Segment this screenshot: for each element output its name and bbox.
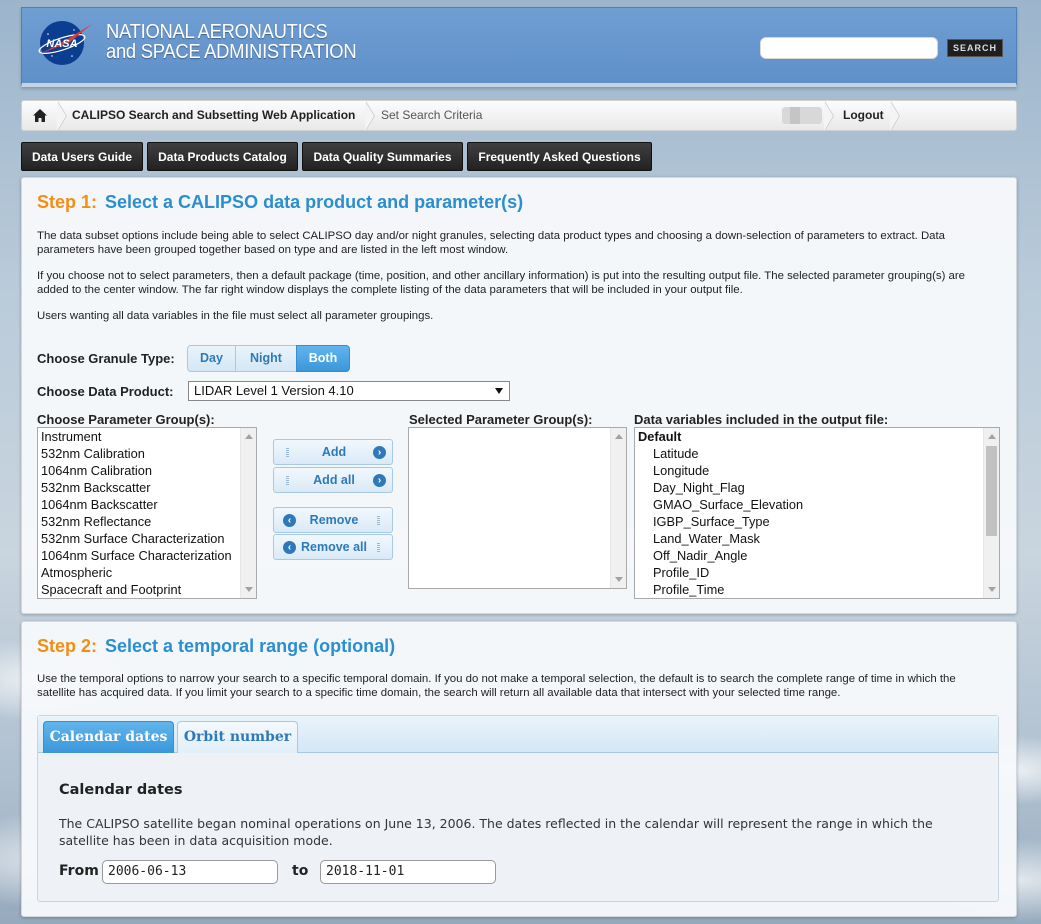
site-search-input[interactable] <box>760 37 938 59</box>
svg-text:NASA: NASA <box>46 38 77 50</box>
scroll-up-icon[interactable] <box>988 434 996 439</box>
granule-type-label: Choose Granule Type: <box>37 351 175 366</box>
nasa-logo[interactable]: NASA <box>36 20 94 66</box>
from-label: From <box>59 863 99 879</box>
scroll-up-icon[interactable] <box>245 434 253 439</box>
output-scrollbar[interactable] <box>983 428 999 598</box>
from-date-input[interactable]: 2006-06-13 <box>102 860 278 884</box>
parameter-groups-list[interactable]: Instrument 532nm Calibration 1064nm Cali… <box>37 427 257 599</box>
list-item: Longitude <box>653 463 710 478</box>
scroll-up-icon[interactable] <box>615 434 623 439</box>
selected-groups-label: Selected Parameter Group(s): <box>409 412 593 427</box>
calendar-section-title: Calendar dates <box>59 782 183 798</box>
nav-faq[interactable]: Frequently Asked Questions <box>467 142 652 171</box>
nav-data-quality-summaries[interactable]: Data Quality Summaries <box>302 142 463 171</box>
calendar-section-text: The CALIPSO satellite began nominal oper… <box>59 816 933 848</box>
list-item[interactable]: 532nm Backscatter <box>38 479 256 496</box>
scrollbar-thumb[interactable] <box>986 446 997 536</box>
list-item[interactable]: Instrument <box>38 428 256 445</box>
breadcrumb-separator <box>365 101 376 131</box>
step1-title: Select a CALIPSO data product and parame… <box>105 192 524 212</box>
list-item[interactable]: 532nm Surface Characterization <box>38 530 256 547</box>
step1-number: Step 1: <box>37 192 98 212</box>
tab-calendar-dates[interactable]: Calendar dates <box>43 721 174 753</box>
selected-groups-list[interactable] <box>408 427 627 589</box>
remove-all-button-label: Remove all <box>300 540 367 554</box>
grip-icon <box>377 543 380 552</box>
granule-night-button[interactable]: Night <box>235 345 297 372</box>
groups-scrollbar[interactable] <box>240 428 256 598</box>
step2-number: Step 2: <box>37 636 98 656</box>
site-search-button[interactable]: SEARCH <box>947 39 1003 57</box>
to-label: to <box>292 863 309 879</box>
list-item: GMAO_Surface_Elevation <box>653 497 804 512</box>
granule-both-button[interactable]: Both <box>296 345 350 372</box>
home-icon[interactable] <box>32 108 48 123</box>
data-product-select[interactable]: LIDAR Level 1 Version 4.10 <box>188 381 510 401</box>
remove-button-label: Remove <box>309 513 359 527</box>
breadcrumb-separator <box>824 101 835 131</box>
list-item[interactable]: 532nm Calibration <box>38 445 256 462</box>
list-item: IGBP_Surface_Type <box>653 514 770 529</box>
breadcrumb-app-link[interactable]: CALIPSO Search and Subsetting Web Applic… <box>72 101 355 130</box>
add-button[interactable]: Add › <box>273 439 393 465</box>
step1-paragraph-2: If you choose not to select parameters, … <box>37 270 966 296</box>
to-date-input[interactable]: 2018-11-01 <box>320 860 496 884</box>
tab-orbit-number[interactable]: Orbit number <box>177 721 298 753</box>
agency-name: NATIONAL AERONAUTICS and SPACE ADMINISTR… <box>106 22 378 62</box>
arrow-right-icon: › <box>373 446 386 459</box>
nav-data-users-guide[interactable]: Data Users Guide <box>21 142 143 171</box>
list-item[interactable]: Atmospheric <box>38 564 256 581</box>
list-item: Profile_ID <box>653 565 710 580</box>
step2-title: Select a temporal range (optional) <box>105 636 396 656</box>
output-variables-list[interactable]: Default Latitude Longitude Day_Night_Fla… <box>634 427 1000 599</box>
logout-link[interactable]: Logout <box>843 101 884 130</box>
list-item: Day_Night_Flag <box>653 480 745 495</box>
parameter-groups-label: Choose Parameter Group(s): <box>37 412 215 427</box>
breadcrumb-separator <box>57 101 68 131</box>
step1-paragraph-1: The data subset options include being ab… <box>37 230 946 256</box>
list-item: Profile_Time <box>653 582 725 597</box>
site-header: NASA NATIONAL AERONAUTICS and SPACE ADMI… <box>21 7 1017 87</box>
list-item[interactable]: 1064nm Backscatter <box>38 496 256 513</box>
remove-all-button[interactable]: ‹ Remove all <box>273 534 393 560</box>
arrow-right-icon: › <box>373 474 386 487</box>
selected-scrollbar[interactable] <box>610 428 626 588</box>
list-item: Latitude <box>653 446 699 461</box>
chevron-down-icon <box>495 388 503 394</box>
tab-bar: Calendar dates Orbit number <box>38 716 998 753</box>
list-item[interactable]: 1064nm Surface Characterization <box>38 547 256 564</box>
agency-line-2: and SPACE ADMINISTRATION <box>106 41 357 63</box>
output-group-header: Default <box>638 429 682 444</box>
agency-line-1: NATIONAL AERONAUTICS <box>106 21 328 43</box>
list-item: Land_Water_Mask <box>653 531 760 546</box>
scroll-down-icon[interactable] <box>615 577 623 582</box>
temporal-tabs: Calendar dates Orbit number Calendar dat… <box>37 715 999 902</box>
grip-icon <box>377 516 380 525</box>
breadcrumb-current: Set Search Criteria <box>381 108 483 122</box>
remove-button[interactable]: ‹ Remove <box>273 507 393 533</box>
breadcrumb: CALIPSO Search and Subsetting Web Applic… <box>21 100 1017 131</box>
breadcrumb-separator <box>890 101 901 131</box>
list-item[interactable]: Spacecraft and Footprint <box>38 581 256 598</box>
granule-day-button[interactable]: Day <box>187 345 236 372</box>
data-product-label: Choose Data Product: <box>37 384 174 399</box>
add-all-button[interactable]: Add all › <box>273 467 393 493</box>
step2-heading: Step 2: Select a temporal range (optional… <box>37 636 395 657</box>
scroll-down-icon[interactable] <box>988 587 996 592</box>
step2-paragraph: Use the temporal options to narrow your … <box>37 673 956 699</box>
step1-paragraph-3: Users wanting all data variables in the … <box>37 310 434 322</box>
list-item: Off_Nadir_Angle <box>653 548 748 563</box>
nav-data-products-catalog[interactable]: Data Products Catalog <box>147 142 298 171</box>
data-product-selected-value: LIDAR Level 1 Version 4.10 <box>194 383 354 398</box>
scroll-down-icon[interactable] <box>245 587 253 592</box>
step1-heading: Step 1: Select a CALIPSO data product and… <box>37 192 523 213</box>
user-avatar <box>782 107 822 124</box>
list-item[interactable]: 1064nm Calibration <box>38 462 256 479</box>
list-item[interactable]: 532nm Reflectance <box>38 513 256 530</box>
output-variables-label: Data variables included in the output fi… <box>634 412 889 427</box>
